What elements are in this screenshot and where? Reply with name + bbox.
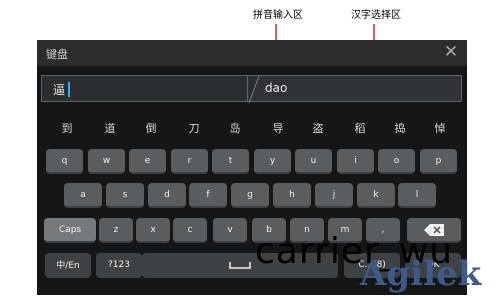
input-row: 逼 dao bbox=[37, 72, 467, 108]
space-icon bbox=[229, 261, 251, 269]
key-r[interactable]: r bbox=[171, 149, 208, 174]
key-u[interactable]: u bbox=[295, 149, 332, 174]
language-toggle-key[interactable]: 中/En bbox=[45, 253, 91, 278]
title-bar: 键盘 ✕ bbox=[37, 40, 467, 66]
key-z[interactable]: z bbox=[99, 218, 133, 243]
caps-key[interactable]: Caps bbox=[44, 218, 96, 243]
key-l[interactable]: l bbox=[398, 183, 436, 208]
key-t[interactable]: t bbox=[212, 149, 249, 174]
candidate-1[interactable]: 到 bbox=[56, 120, 78, 136]
key-s[interactable]: s bbox=[106, 183, 144, 208]
key-d[interactable]: d bbox=[148, 183, 186, 208]
key-y[interactable]: y bbox=[254, 149, 291, 174]
candidate-5[interactable]: 岛 bbox=[224, 120, 246, 136]
candidate-9[interactable]: 捣 bbox=[389, 120, 411, 136]
candidate-7[interactable]: 盗 bbox=[307, 120, 329, 136]
key-w[interactable]: w bbox=[88, 149, 125, 174]
key-a[interactable]: a bbox=[64, 183, 102, 208]
key-v[interactable]: v bbox=[213, 218, 247, 243]
brand-watermark: Agilek bbox=[360, 254, 482, 294]
close-icon[interactable]: ✕ bbox=[442, 43, 460, 61]
key-e[interactable]: e bbox=[129, 149, 166, 174]
candidate-2[interactable]: 道 bbox=[99, 120, 121, 136]
key-x[interactable]: x bbox=[136, 218, 170, 243]
key-k[interactable]: k bbox=[357, 183, 395, 208]
candidate-row: 到道倒刀岛导盗稻捣悼 bbox=[37, 115, 467, 141]
key-h[interactable]: h bbox=[273, 183, 311, 208]
key-o[interactable]: o bbox=[378, 149, 415, 174]
window-title: 键盘 bbox=[46, 48, 68, 61]
key-p[interactable]: p bbox=[420, 149, 457, 174]
key-c[interactable]: c bbox=[173, 218, 207, 243]
key-f[interactable]: f bbox=[189, 183, 227, 208]
key-g[interactable]: g bbox=[231, 183, 269, 208]
key-j[interactable]: j bbox=[315, 183, 353, 208]
candidate-8[interactable]: 稻 bbox=[349, 120, 371, 136]
candidate-3[interactable]: 倒 bbox=[140, 120, 162, 136]
candidate-4[interactable]: 刀 bbox=[183, 120, 205, 136]
symbols-key[interactable]: ?123 bbox=[96, 253, 142, 278]
key-i[interactable]: i bbox=[337, 149, 374, 174]
candidate-10[interactable]: 悼 bbox=[429, 120, 451, 136]
candidate-6[interactable]: 导 bbox=[267, 120, 289, 136]
field-divider bbox=[248, 75, 260, 104]
key-q[interactable]: q bbox=[46, 149, 83, 174]
